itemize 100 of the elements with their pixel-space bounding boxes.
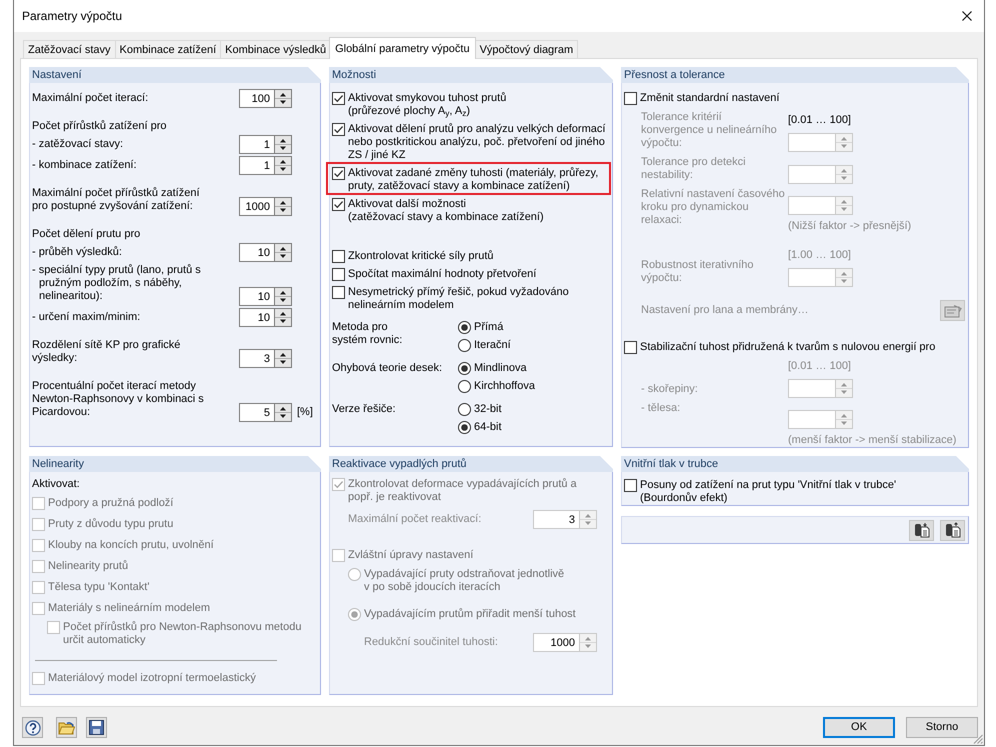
radio-button[interactable] [458, 421, 471, 434]
tab[interactable]: Kombinace výsledků [220, 40, 332, 58]
checkbox[interactable] [332, 250, 345, 263]
checkbox[interactable] [332, 286, 345, 299]
tab[interactable]: Výpočtový diagram [474, 40, 578, 58]
open-button[interactable] [56, 717, 77, 738]
spinner-buttons[interactable] [274, 287, 292, 306]
field-label: - skořepiny: [641, 383, 699, 397]
radio-button[interactable] [458, 339, 471, 352]
field-label: Rozdělení sítě KP pro grafické výsledky: [32, 339, 182, 366]
checkbox-label: Nesymetrický přímý řešič, pokud vyžadováno nelineárním modelem [348, 286, 569, 312]
number-field[interactable]: 100 [239, 89, 274, 108]
caret-up-icon [841, 383, 847, 386]
resize-grip-icon [973, 734, 983, 744]
radio-label: 64-bit [474, 421, 502, 434]
caret-up-icon [280, 312, 286, 316]
checkbox-label: Aktivovat dělení prutů pro analýzu velkých deformací nebo postkritickou analýzu, poč. přetvoření od jiného ZS / jiné KZ [348, 123, 606, 162]
number-field[interactable]: 1 [239, 135, 274, 154]
field-label: - průběh výsledků: [32, 246, 123, 260]
checkbox-label: Změnit standardní nastavení [640, 92, 780, 105]
radio-button[interactable] [458, 321, 471, 334]
help-button[interactable] [22, 717, 43, 738]
caret-up-icon [841, 272, 847, 276]
caret-down-icon [280, 168, 286, 171]
section-label: Počet přírůstků zatížení pro [32, 120, 168, 133]
caret-down-icon [280, 100, 286, 104]
checkbox[interactable] [332, 167, 345, 180]
tab[interactable]: Zatěžovací stavy [23, 40, 116, 58]
icon-button[interactable] [940, 520, 965, 540]
tab[interactable]: Globální parametry výpočtu [329, 37, 476, 59]
help-icon [24, 720, 40, 736]
spinner-buttons[interactable] [274, 156, 292, 175]
caret-down-icon [280, 414, 286, 418]
checkbox-label: Posuny od zatížení na prut typu 'Vnitřní tlak v trubce' (Bourdonův efekt) [640, 479, 896, 505]
panel-title: Nastavení [29, 67, 321, 83]
field-label: - tělesa: [641, 402, 682, 415]
caret-up-icon [280, 160, 286, 164]
spinner-buttons[interactable] [274, 243, 292, 262]
checkbox-label: Pruty z důvodu typu prutu [48, 518, 174, 531]
caret-up-icon [841, 200, 847, 204]
caret-up-icon [841, 169, 847, 172]
card-icon [944, 304, 962, 318]
document-icon [914, 522, 930, 538]
panel-title: Reaktivace vypadlých prutů [329, 456, 613, 472]
number-field[interactable]: 1 [239, 156, 274, 175]
field-label: Tolerance pro detekci nestability: [641, 156, 747, 183]
radio-label: Vypadávající pruty odstraňovat jednotlivě v po sobě jdoucích iteracích [364, 568, 564, 594]
caret-down-icon [841, 176, 847, 180]
caption-label: Aktivovat: [32, 478, 81, 491]
panel-title: Nelinearity [29, 456, 321, 472]
checkbox-label: Aktivovat zadané změny tuhosti (materiály, průřezy, pruty, zatěžovací stavy a kombinace zatížení) [348, 167, 598, 193]
caret-up-icon [841, 414, 847, 418]
field-label: Procentuální počet iterací metody Newton-Raphsonovy v kombinaci s Picardovou: [32, 380, 205, 420]
number-field[interactable]: 3 [239, 349, 274, 368]
field-label: - určení maxim/minim: [32, 311, 142, 325]
number-field[interactable]: 10 [239, 287, 274, 306]
save-button[interactable] [86, 717, 107, 738]
radio-label: Kirchhoffova [474, 380, 535, 393]
caret-down-icon [585, 522, 591, 525]
spinner-buttons[interactable] [274, 349, 292, 368]
field-label: - speciální typy prutů (lano, prutů s pružným podložím, s náběhy, nelinearitou): [32, 264, 202, 304]
caret-down-icon [841, 144, 847, 148]
spinner-buttons[interactable] [274, 89, 292, 108]
radio-button[interactable] [458, 380, 471, 393]
caret-down-icon [841, 422, 847, 425]
caret-down-icon [280, 146, 286, 150]
radio-label: Mindlinova [474, 362, 527, 375]
spinner-buttons[interactable] [274, 135, 292, 154]
number-field[interactable]: 1000 [239, 197, 274, 216]
radio-button[interactable] [458, 362, 471, 375]
spinner-buttons[interactable] [274, 197, 292, 216]
radio-button[interactable] [458, 403, 471, 416]
checkbox-label: Materiály s nelineárním modelem [48, 602, 210, 615]
field-label: - kombinace zatížení: [32, 159, 138, 173]
checkbox[interactable] [624, 92, 637, 105]
spinner-buttons[interactable] [274, 403, 292, 422]
panel-title: Vnitřní tlak v trubce [621, 456, 969, 472]
checkbox[interactable] [332, 268, 345, 281]
checkbox[interactable] [332, 123, 345, 136]
checkbox[interactable] [624, 341, 637, 354]
number-field[interactable]: 5 [239, 403, 274, 422]
dialog-button[interactable]: Storno [906, 717, 978, 738]
icon-button[interactable] [909, 520, 934, 540]
checkbox-label: Tělesa typu 'Kontakt' [48, 581, 150, 594]
field-label: Tolerance kritérií konvergence u nelineárního výpočtu: [641, 111, 778, 151]
caret-down-icon [841, 390, 847, 394]
checkbox[interactable] [332, 198, 345, 211]
dialog-button[interactable]: OK [823, 717, 895, 738]
document-icon [944, 522, 960, 538]
field-label: Maximální počet přírůstků zatížení pro postupné zvyšování zatížení: [32, 187, 201, 214]
radio-label: Vypadávajícím prutům přiřadit menší tuhost [364, 608, 576, 621]
caret-down-icon [585, 644, 591, 648]
radio-label: Iterační [474, 339, 511, 352]
checkbox[interactable] [624, 479, 637, 492]
checkbox-label: Podpory a pružná podloží [48, 497, 174, 510]
caret-up-icon [280, 407, 286, 410]
number-field[interactable]: 10 [239, 308, 274, 327]
spinner-buttons[interactable] [274, 308, 292, 327]
number-field[interactable]: 10 [239, 243, 274, 262]
checkbox[interactable] [332, 92, 345, 105]
